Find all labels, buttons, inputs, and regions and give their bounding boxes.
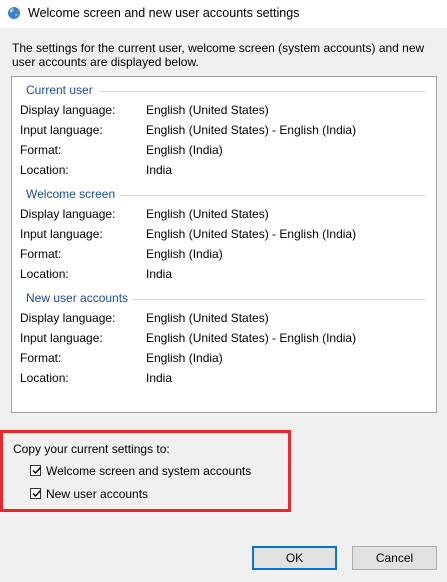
checkbox-label[interactable]: New user accounts — [46, 487, 148, 501]
checkmark-icon — [32, 490, 42, 498]
setting-key: Location: — [20, 371, 69, 385]
section-heading: Welcome screen — [26, 187, 116, 201]
section-divider — [132, 299, 426, 300]
setting-key: Location: — [20, 163, 69, 177]
setting-value: English (United States) - English (India… — [146, 227, 357, 241]
checkbox[interactable] — [30, 488, 42, 499]
setting-key: Location: — [20, 267, 69, 281]
settings-panel: Current user Display language: English (… — [11, 76, 437, 413]
section-heading: Current user — [26, 83, 93, 97]
setting-value: English (India) — [146, 247, 223, 261]
title-bar: Welcome screen and new user accounts set… — [0, 0, 447, 28]
setting-key: Format: — [20, 247, 62, 261]
copy-settings-label: Copy your current settings to: — [13, 442, 170, 456]
section-divider — [98, 91, 426, 92]
setting-value: English (India) — [146, 143, 223, 157]
setting-key: Display language: — [20, 311, 116, 325]
setting-value: India — [146, 267, 173, 281]
setting-key: Display language: — [20, 103, 116, 117]
setting-key: Format: — [20, 351, 62, 365]
setting-value: English (United States) — [146, 311, 269, 325]
ok-button[interactable]: OK — [252, 546, 337, 570]
section-divider — [120, 195, 426, 196]
setting-value: English (United States) - English (India… — [146, 123, 357, 137]
checkmark-icon — [32, 467, 42, 475]
setting-key: Format: — [20, 143, 62, 157]
setting-key: Input language: — [20, 227, 103, 241]
setting-value: English (United States) — [146, 207, 269, 221]
checkbox[interactable] — [30, 465, 42, 476]
setting-value: India — [146, 163, 173, 177]
checkbox-label[interactable]: Welcome screen and system accounts — [46, 464, 251, 478]
window-title: Welcome screen and new user accounts set… — [28, 6, 300, 20]
setting-value: English (United States) — [146, 103, 269, 117]
setting-key: Display language: — [20, 207, 116, 221]
setting-key: Input language: — [20, 331, 103, 345]
globe-icon — [8, 7, 20, 19]
setting-value: English (India) — [146, 351, 223, 365]
setting-value: English (United States) - English (India… — [146, 331, 357, 345]
section-heading: New user accounts — [26, 291, 129, 305]
cancel-button[interactable]: Cancel — [352, 546, 437, 570]
setting-key: Input language: — [20, 123, 103, 137]
setting-value: India — [146, 371, 173, 385]
intro-text: The settings for the current user, welco… — [12, 41, 425, 69]
